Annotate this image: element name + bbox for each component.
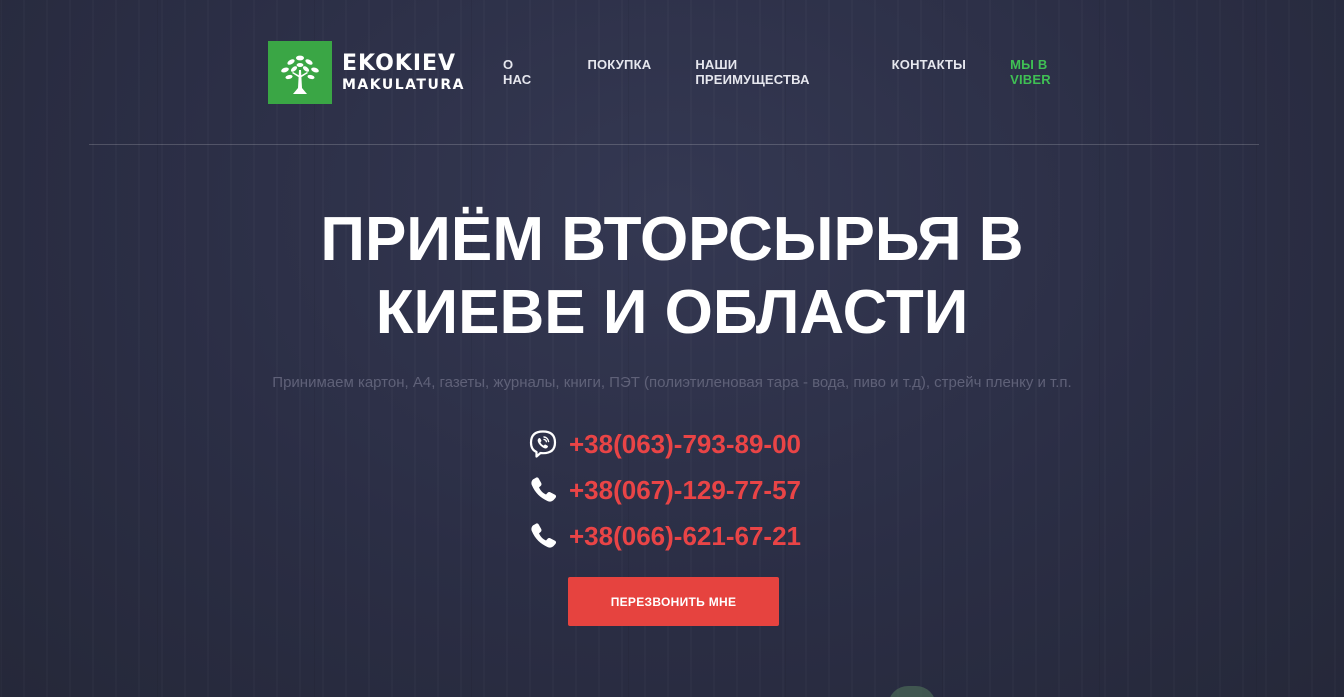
- phone-number-3[interactable]: +38(066)-621-67-21: [569, 521, 801, 552]
- main-nav: О НАС ПОКУПКА НАШИ ПРЕИМУЩЕСТВА КОНТАКТЫ…: [503, 57, 1088, 87]
- viber-icon: [527, 428, 559, 460]
- hero-subtitle: Принимаем картон, А4, газеты, журналы, к…: [272, 374, 1072, 391]
- nav-item-viber[interactable]: МЫ В VIBER: [1010, 57, 1088, 87]
- phone-list: +38(063)-793-89-00 +38(067)-129-77-57 +3…: [527, 421, 847, 559]
- nav-item-contacts[interactable]: КОНТАКТЫ: [892, 57, 966, 87]
- phone-icon: [527, 520, 559, 552]
- logo-subtitle: MAKULATURA: [342, 76, 465, 93]
- callback-button[interactable]: ПЕРЕЗВОНИТЬ МНЕ: [568, 577, 779, 626]
- nav-item-purchase[interactable]: ПОКУПКА: [587, 57, 651, 87]
- tree-icon: [268, 40, 332, 104]
- nav-item-advantages[interactable]: НАШИ ПРЕИМУЩЕСТВА: [695, 57, 847, 87]
- page-title: ПРИЁМ ВТОРСЫРЬЯ В КИЕВЕ И ОБЛАСТИ: [320, 205, 1024, 347]
- nav-item-about[interactable]: О НАС: [503, 57, 543, 87]
- phone-icon: [527, 474, 559, 506]
- header-divider: [89, 144, 1259, 145]
- phone-number-viber[interactable]: +38(063)-793-89-00: [569, 429, 801, 460]
- site-header: EKOKIEV MAKULATURA О НАС ПОКУПКА НАШИ ПР…: [268, 40, 1088, 104]
- logo[interactable]: EKOKIEV MAKULATURA: [268, 40, 465, 104]
- logo-title: EKOKIEV: [342, 50, 457, 76]
- phone-number-2[interactable]: +38(067)-129-77-57: [569, 475, 801, 506]
- phone-row: +38(066)-621-67-21: [527, 513, 847, 559]
- phone-row: +38(067)-129-77-57: [527, 467, 847, 513]
- phone-row: +38(063)-793-89-00: [527, 421, 847, 467]
